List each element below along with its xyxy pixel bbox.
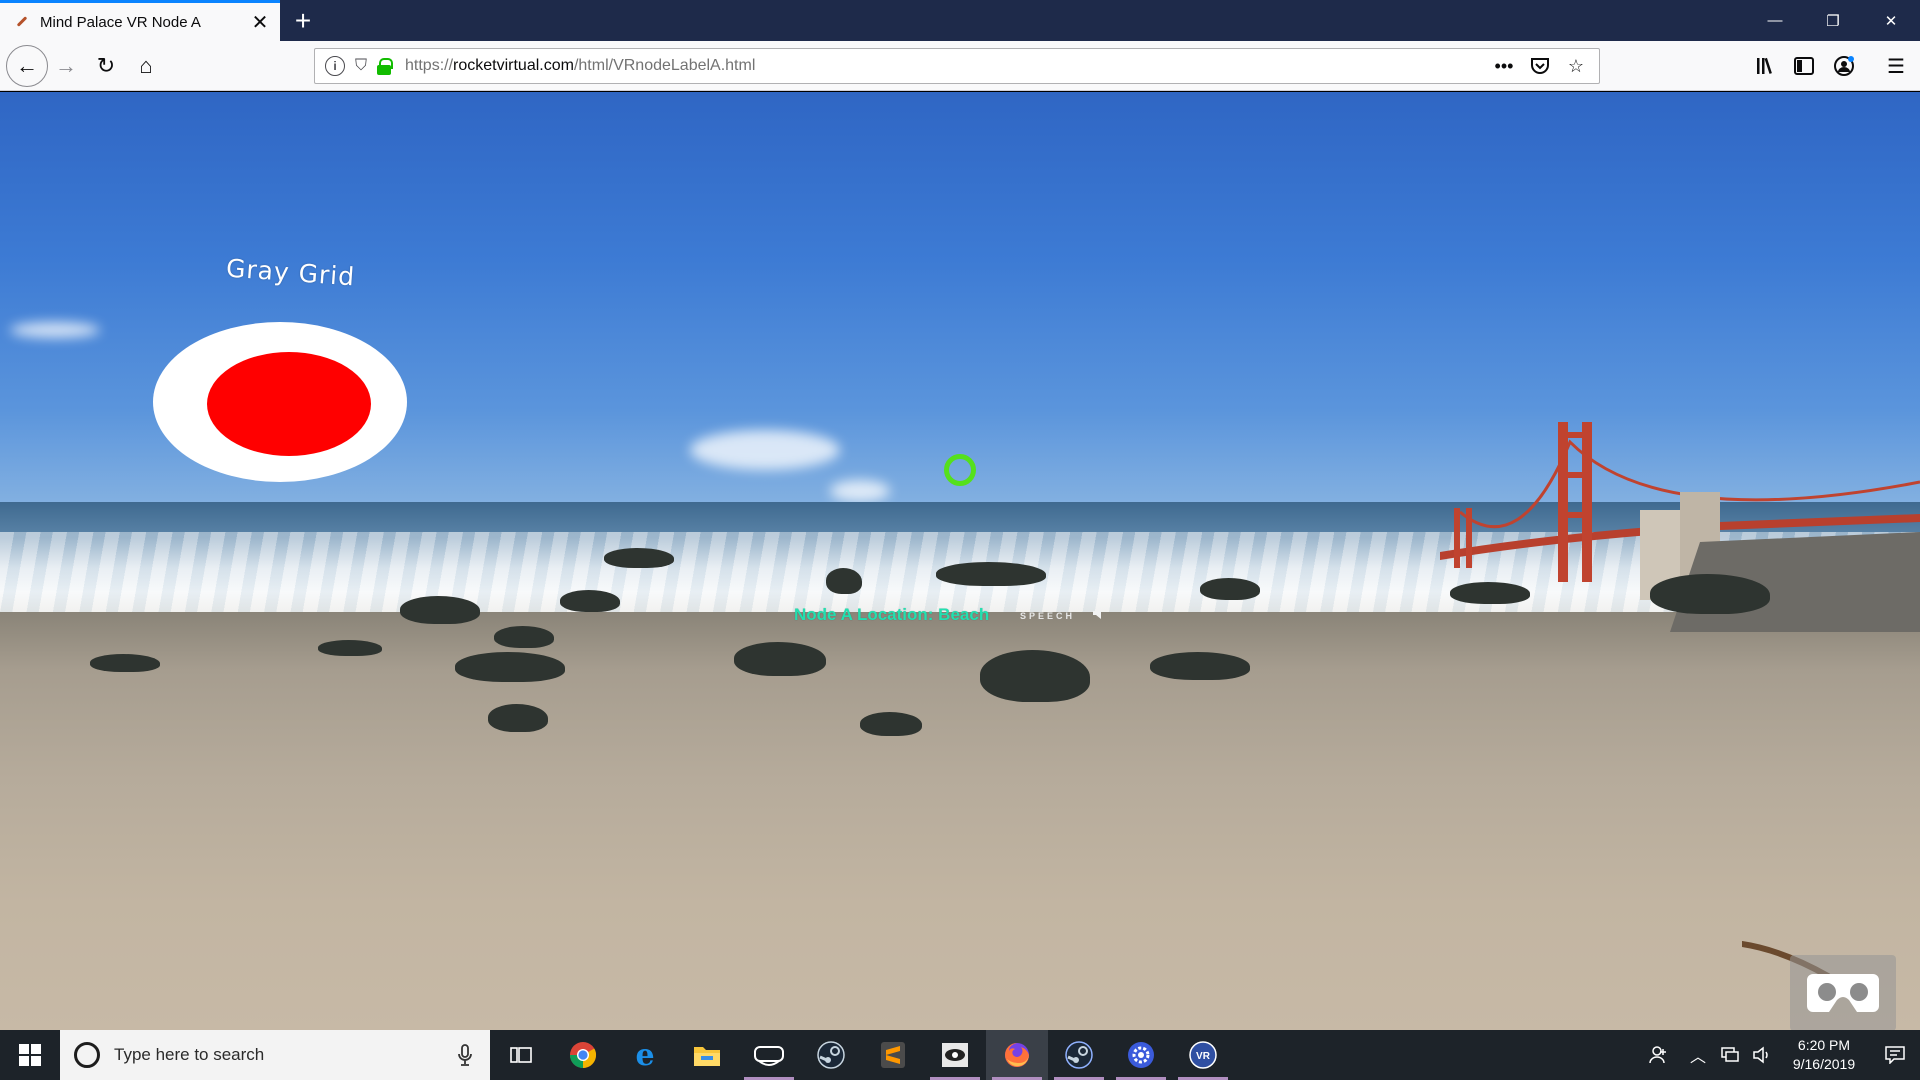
browser-tab-active[interactable]: Mind Palace VR Node A ✕: [0, 0, 280, 41]
close-window-icon[interactable]: ✕: [1862, 0, 1920, 41]
svg-text:VR: VR: [1196, 1051, 1211, 1062]
url-actions: ••• ☆: [1491, 53, 1599, 79]
vr-headset-app-icon[interactable]: [738, 1030, 800, 1080]
url-host: rocketvirtual.com: [453, 57, 574, 74]
tracking-protection-icon[interactable]: ⛉: [351, 56, 371, 76]
rock-decoration: [980, 650, 1090, 702]
edge-icon[interactable]: e: [614, 1030, 676, 1080]
taskbar-search-box[interactable]: Type here to search: [60, 1030, 490, 1080]
cloud-decoration: [10, 322, 100, 338]
rock-decoration: [734, 642, 826, 676]
settings-gear-icon[interactable]: [1110, 1030, 1172, 1080]
action-center-icon[interactable]: [1870, 1030, 1920, 1080]
network-icon[interactable]: [1714, 1030, 1746, 1080]
reload-icon[interactable]: ↻: [88, 48, 124, 84]
speech-label[interactable]: SPEECH: [1020, 611, 1075, 621]
site-info-icon[interactable]: i: [325, 56, 345, 76]
url-text[interactable]: https://rocketvirtual.com/html/VRnodeLab…: [405, 57, 1491, 75]
vr-scene-viewport[interactable]: [0, 92, 1920, 1030]
steam-vr-icon[interactable]: [1048, 1030, 1110, 1080]
rock-decoration: [494, 626, 554, 648]
people-icon[interactable]: [1636, 1030, 1682, 1080]
home-icon[interactable]: ⌂: [128, 48, 164, 84]
volume-icon[interactable]: [1746, 1030, 1778, 1080]
file-explorer-icon[interactable]: [676, 1030, 738, 1080]
windows-taskbar: Type here to search e VR ︿ 6:20 PM 9/16/…: [0, 1030, 1920, 1080]
vr-app-icon[interactable]: VR: [1172, 1030, 1234, 1080]
rock-decoration: [860, 712, 922, 736]
beach-sand-backdrop: [0, 612, 1920, 1030]
clock-time: 6:20 PM: [1797, 1037, 1851, 1053]
task-view-icon[interactable]: [490, 1030, 552, 1080]
node-location-label: Node A Location: Beach: [794, 605, 990, 624]
clock-date: 9/16/2019: [1792, 1056, 1856, 1072]
rock-decoration: [936, 562, 1046, 586]
tab-title: Mind Palace VR Node A: [40, 13, 201, 31]
window-controls: — ❐ ✕: [1746, 0, 1920, 41]
cloud-decoration: [690, 430, 840, 470]
tab-close-icon[interactable]: ✕: [246, 8, 274, 36]
restore-icon[interactable]: ❐: [1804, 0, 1862, 41]
new-tab-button[interactable]: +: [286, 4, 320, 38]
rock-decoration: [318, 640, 382, 656]
windows-start-icon[interactable]: [0, 1030, 60, 1080]
pocket-icon[interactable]: [1527, 53, 1553, 79]
url-scheme: https://: [405, 57, 454, 74]
show-hidden-icons-chevron-up-icon[interactable]: ︿: [1682, 1030, 1714, 1080]
cardboard-vr-icon: [1807, 974, 1879, 1012]
microphone-icon[interactable]: [450, 1040, 480, 1070]
browser-tab-strip: Mind Palace VR Node A ✕ + — ❐ ✕: [0, 0, 1920, 41]
gray-grid-menu-button-core[interactable]: [207, 352, 371, 456]
sublime-text-icon[interactable]: [862, 1030, 924, 1080]
rock-decoration: [1200, 578, 1260, 600]
minimize-icon[interactable]: —: [1746, 0, 1804, 41]
rock-decoration: [604, 548, 674, 568]
speaker-icon[interactable]: [1092, 606, 1106, 620]
browser-toolbar: ← → ↻ ⌂ i ⛉ https://rocketvirtual.com/ht…: [0, 41, 1920, 91]
gaze-reticle-icon: [944, 454, 976, 486]
cortana-icon: [74, 1042, 100, 1068]
rock-decoration: [1450, 582, 1530, 604]
forward-arrow-icon[interactable]: →: [48, 48, 84, 84]
bookmark-star-icon[interactable]: ☆: [1563, 53, 1589, 79]
taskbar-clock[interactable]: 6:20 PM 9/16/2019: [1778, 1036, 1870, 1074]
library-icon[interactable]: [1748, 48, 1784, 84]
rock-decoration: [826, 568, 862, 594]
rock-decoration: [1650, 574, 1770, 614]
rock-decoration: [560, 590, 620, 612]
enter-vr-button[interactable]: [1790, 955, 1896, 1031]
firefox-icon[interactable]: [986, 1030, 1048, 1080]
steam-icon[interactable]: [800, 1030, 862, 1080]
rock-decoration: [1150, 652, 1250, 680]
url-path: /html/VRnodeLabelA.html: [573, 57, 756, 74]
rock-decoration: [90, 654, 160, 672]
sidebar-icon[interactable]: [1786, 48, 1822, 84]
rock-decoration: [488, 704, 548, 732]
account-icon[interactable]: [1826, 48, 1862, 84]
hamburger-menu-icon[interactable]: ☰: [1878, 48, 1914, 84]
system-tray: ︿ 6:20 PM 9/16/2019: [1636, 1030, 1920, 1080]
secure-lock-icon[interactable]: [377, 58, 393, 75]
rock-decoration: [400, 596, 480, 624]
back-arrow-icon[interactable]: ←: [6, 45, 48, 87]
page-actions-icon[interactable]: •••: [1491, 53, 1517, 79]
eye-app-icon[interactable]: [924, 1030, 986, 1080]
rock-decoration: [455, 652, 565, 682]
rocket-favicon-icon: [14, 14, 30, 30]
url-bar[interactable]: i ⛉ https://rocketvirtual.com/html/VRnod…: [314, 48, 1600, 84]
chrome-icon[interactable]: [552, 1030, 614, 1080]
taskbar-search-placeholder[interactable]: Type here to search: [114, 1045, 450, 1065]
